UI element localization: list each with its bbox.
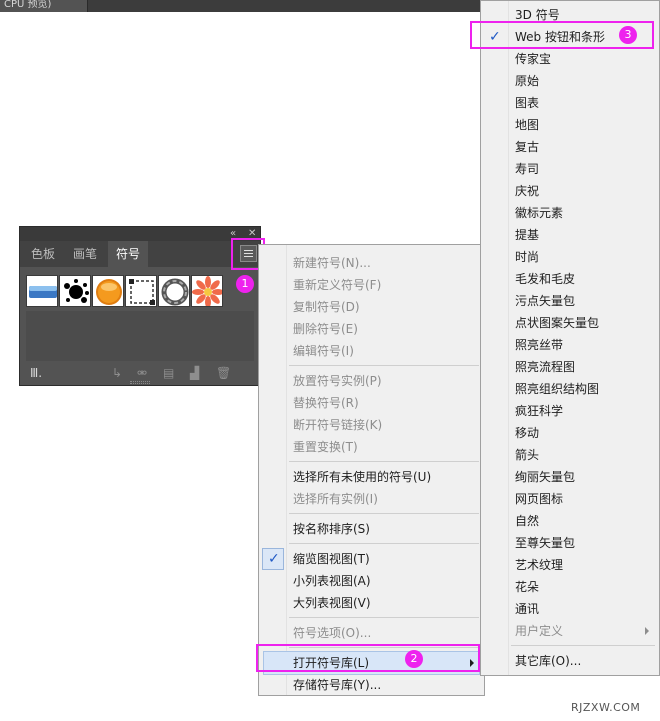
ribbon-ring-symbol[interactable] bbox=[158, 275, 190, 307]
web-bar-symbol[interactable] bbox=[26, 275, 58, 307]
library-menu-item[interactable]: 庆祝 bbox=[515, 183, 539, 199]
panel-header: « ✕ bbox=[20, 227, 260, 241]
library-menu-item[interactable]: 时尚 bbox=[515, 249, 539, 265]
panel-menu-item[interactable]: 复制符号(D) bbox=[293, 299, 360, 315]
step-marker-2: 2 bbox=[405, 650, 423, 668]
menu-separator bbox=[289, 461, 479, 462]
library-menu-item[interactable]: 艺术纹理 bbox=[515, 557, 563, 573]
step-marker-3: 3 bbox=[619, 26, 637, 44]
library-menu-item[interactable]: 寿司 bbox=[515, 161, 539, 177]
break-link-icon[interactable]: ⚮ bbox=[137, 366, 147, 380]
document-tab[interactable]: CPU 预览) bbox=[0, 0, 88, 12]
library-menu-item[interactable]: 花朵 bbox=[515, 579, 539, 595]
library-menu-item[interactable]: 照亮丝带 bbox=[515, 337, 563, 353]
panel-menu-item[interactable]: 重置变换(T) bbox=[293, 439, 358, 455]
library-menu-item[interactable]: 点状图案矢量包 bbox=[515, 315, 599, 331]
tab-brushes[interactable]: 画笔 bbox=[64, 241, 106, 267]
symbol-library-submenu: 3D 符号 ✓ Web 按钮和条形 传家宝 原始 图表 地图 复古 寿司 庆祝 徽标元素 提基 时尚 毛发… bbox=[480, 0, 660, 676]
symbols-panel: « ✕ 色板 画笔 符号 Ⅲ. ↳ ⚮ ▤ ▟ 🗑 bbox=[19, 226, 261, 386]
watermark: RJZXW.COM bbox=[571, 701, 641, 714]
panel-menu-item[interactable]: 编辑符号(I) bbox=[293, 343, 354, 359]
library-menu-item[interactable]: 至尊矢量包 bbox=[515, 535, 575, 551]
new-symbol-icon[interactable]: ▟ bbox=[190, 366, 199, 380]
symbol-list-area[interactable] bbox=[26, 311, 254, 361]
symbol-options-icon[interactable]: ▤ bbox=[163, 366, 174, 380]
library-menu-item[interactable]: 通讯 bbox=[515, 601, 539, 617]
document-tab-bar: CPU 预览) bbox=[0, 0, 480, 12]
menu-separator bbox=[511, 645, 655, 646]
ink-splash-symbol[interactable] bbox=[59, 275, 91, 307]
panel-menu-item[interactable]: 小列表视图(A) bbox=[293, 573, 371, 589]
delete-icon[interactable]: 🗑 bbox=[216, 366, 231, 380]
flower-symbol[interactable] bbox=[191, 275, 223, 307]
panel-menu-item[interactable]: 存储符号库(Y)... bbox=[293, 677, 381, 693]
check-icon: ✓ bbox=[268, 551, 280, 567]
library-menu-item[interactable]: 原始 bbox=[515, 73, 539, 89]
menu-separator bbox=[289, 513, 479, 514]
menu-separator bbox=[289, 617, 479, 618]
panel-menu-item[interactable]: 删除符号(E) bbox=[293, 321, 358, 337]
panel-menu-item[interactable]: 按名称排序(S) bbox=[293, 521, 370, 537]
panel-menu-item[interactable]: 替换符号(R) bbox=[293, 395, 359, 411]
library-menu-item[interactable]: 地图 bbox=[515, 117, 539, 133]
highlight-open-library bbox=[256, 644, 480, 672]
library-menu-item[interactable]: 其它库(O)... bbox=[515, 653, 581, 669]
library-menu-item[interactable]: 疯狂科学 bbox=[515, 403, 563, 419]
tab-swatches[interactable]: 色板 bbox=[24, 241, 62, 267]
panel-menu-item[interactable]: 重新定义符号(F) bbox=[293, 277, 381, 293]
orange-button-symbol[interactable] bbox=[92, 275, 124, 307]
resize-grip[interactable] bbox=[130, 381, 150, 384]
library-menu-item[interactable]: 移动 bbox=[515, 425, 539, 441]
frame-symbol[interactable] bbox=[125, 275, 157, 307]
library-menu-item[interactable]: 毛发和毛皮 bbox=[515, 271, 575, 287]
panel-menu-item[interactable]: 缩览图视图(T) bbox=[293, 551, 370, 567]
library-menu-item[interactable]: 网页图标 bbox=[515, 491, 563, 507]
library-menu-item[interactable]: 用户定义 bbox=[515, 623, 563, 639]
place-symbol-icon[interactable]: ↳ bbox=[112, 366, 122, 380]
symbol-library-icon[interactable]: Ⅲ. bbox=[30, 366, 42, 380]
panel-menu-item[interactable]: 选择所有未使用的符号(U) bbox=[293, 469, 431, 485]
panel-tabs: 色板 画笔 符号 bbox=[20, 241, 260, 267]
library-menu-item[interactable]: 绚丽矢量包 bbox=[515, 469, 575, 485]
tab-symbols[interactable]: 符号 bbox=[108, 241, 148, 267]
menu-separator bbox=[289, 543, 479, 544]
panel-menu-item[interactable]: 放置符号实例(P) bbox=[293, 373, 382, 389]
library-menu-item[interactable]: 徽标元素 bbox=[515, 205, 563, 221]
library-menu-item[interactable]: 自然 bbox=[515, 513, 539, 529]
submenu-arrow-icon bbox=[645, 627, 649, 635]
panel-menu-item[interactable]: 符号选项(O)... bbox=[293, 625, 371, 641]
panel-menu-item[interactable]: 新建符号(N)... bbox=[293, 255, 371, 271]
panel-flyout-menu: 新建符号(N)... 重新定义符号(F) 复制符号(D) 删除符号(E) 编辑符号(I)… bbox=[258, 244, 485, 696]
library-menu-item[interactable]: 箭头 bbox=[515, 447, 539, 463]
library-menu-item[interactable]: 污点矢量包 bbox=[515, 293, 575, 309]
step-marker-1: 1 bbox=[236, 275, 254, 293]
menu-separator bbox=[289, 365, 479, 366]
library-menu-item[interactable]: 传家宝 bbox=[515, 51, 551, 67]
library-menu-item[interactable]: 照亮组织结构图 bbox=[515, 381, 599, 397]
panel-menu-item[interactable]: 大列表视图(V) bbox=[293, 595, 371, 611]
library-menu-item[interactable]: 照亮流程图 bbox=[515, 359, 575, 375]
library-menu-item[interactable]: 图表 bbox=[515, 95, 539, 111]
library-menu-item[interactable]: 复古 bbox=[515, 139, 539, 155]
panel-menu-item[interactable]: 选择所有实例(I) bbox=[293, 491, 378, 507]
library-menu-item[interactable]: 提基 bbox=[515, 227, 539, 243]
panel-menu-item[interactable]: 断开符号链接(K) bbox=[293, 417, 382, 433]
